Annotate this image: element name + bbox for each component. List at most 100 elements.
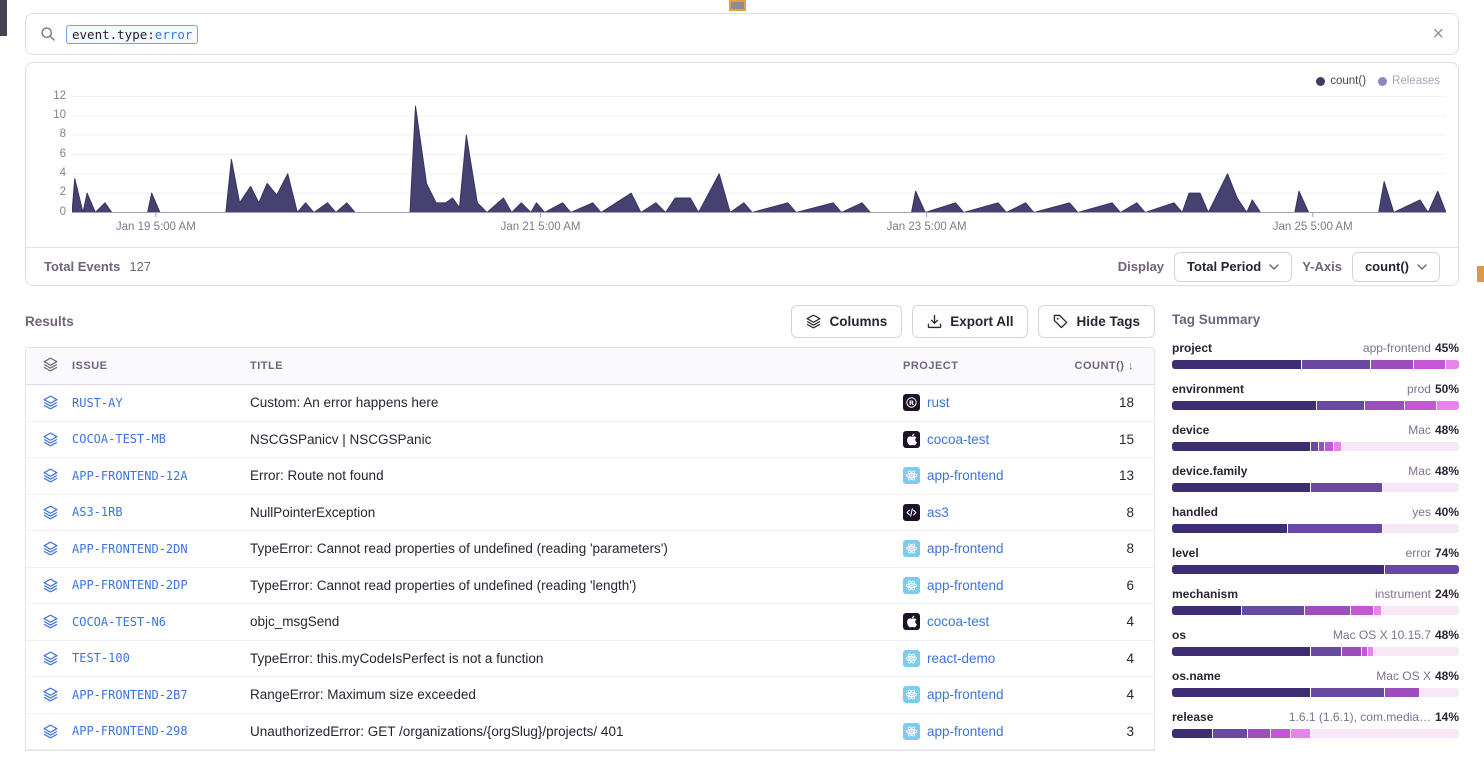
column-header-project[interactable]: PROJECT	[903, 360, 1069, 372]
issue-stack-icon[interactable]	[26, 687, 72, 702]
issue-link[interactable]: APP-FRONTEND-2DN	[72, 542, 188, 556]
tag-bar-segment[interactable]	[1310, 729, 1459, 738]
tag-bar-segment[interactable]	[1350, 606, 1373, 615]
columns-button[interactable]: Columns	[791, 305, 902, 338]
legend-count[interactable]: count()	[1316, 75, 1366, 87]
tag-bar-segment[interactable]	[1419, 688, 1459, 697]
issue-stack-icon[interactable]	[26, 541, 72, 556]
yaxis-dropdown[interactable]: count()	[1352, 252, 1440, 282]
column-header-count[interactable]: COUNT() ↓	[1069, 360, 1154, 372]
tag-bar-segment[interactable]	[1384, 688, 1418, 697]
legend-releases[interactable]: Releases	[1378, 75, 1440, 87]
tag-bar-segment[interactable]	[1382, 524, 1459, 533]
tag-distribution-bar[interactable]	[1172, 524, 1459, 533]
column-header-issue[interactable]: ISSUE	[72, 360, 250, 372]
project-link[interactable]: app-frontend	[927, 468, 1004, 483]
issue-link[interactable]: APP-FRONTEND-12A	[72, 469, 188, 483]
issue-link[interactable]: APP-FRONTEND-298	[72, 724, 188, 738]
clear-search-icon[interactable]: ×	[1432, 24, 1444, 44]
tag-bar-segment[interactable]	[1445, 360, 1459, 369]
issue-stack-icon[interactable]	[26, 578, 72, 593]
tag-distribution-bar[interactable]	[1172, 360, 1459, 369]
tag-distribution-bar[interactable]	[1172, 688, 1459, 697]
project-link[interactable]: app-frontend	[927, 578, 1004, 593]
tag-bar-segment[interactable]	[1212, 729, 1246, 738]
tag-bar-segment[interactable]	[1247, 729, 1270, 738]
project-link[interactable]: cocoa-test	[927, 432, 989, 447]
issue-link[interactable]: COCOA-TEST-MB	[72, 432, 166, 446]
project-link[interactable]: as3	[927, 505, 949, 520]
issue-link[interactable]: AS3-1RB	[72, 505, 123, 519]
search-bar[interactable]: event.type:error ×	[25, 13, 1459, 55]
issue-link[interactable]: RUST-AY	[72, 396, 123, 410]
issue-link[interactable]: APP-FRONTEND-2DP	[72, 578, 188, 592]
tag-distribution-bar[interactable]	[1172, 483, 1459, 492]
tag-bar-segment[interactable]	[1301, 360, 1370, 369]
tag-bar-segment[interactable]	[1172, 565, 1384, 574]
tag-bar-segment[interactable]	[1310, 647, 1342, 656]
issue-stack-icon[interactable]	[26, 724, 72, 739]
tag-distribution-bar[interactable]	[1172, 442, 1459, 451]
export-all-button[interactable]: Export All	[912, 305, 1028, 338]
display-dropdown[interactable]: Total Period	[1174, 252, 1292, 282]
tag-bar-segment[interactable]	[1364, 401, 1404, 410]
tag-bar-segment[interactable]	[1341, 442, 1459, 451]
tag-bar-segment[interactable]	[1241, 606, 1304, 615]
tag-bar-segment[interactable]	[1304, 606, 1350, 615]
issue-stack-icon[interactable]	[26, 651, 72, 666]
tag-bar-segment[interactable]	[1172, 360, 1301, 369]
tag-bar-segment[interactable]	[1172, 483, 1310, 492]
tag-distribution-bar[interactable]	[1172, 401, 1459, 410]
tag-bar-segment[interactable]	[1172, 647, 1310, 656]
tag-bar-segment[interactable]	[1172, 606, 1241, 615]
tag-distribution-bar[interactable]	[1172, 606, 1459, 615]
tag-bar-segment[interactable]	[1370, 360, 1413, 369]
tag-bar-segment[interactable]	[1310, 442, 1319, 451]
tag-bar-segment[interactable]	[1172, 401, 1316, 410]
issue-link[interactable]: APP-FRONTEND-2B7	[72, 688, 188, 702]
hide-tags-button[interactable]: Hide Tags	[1038, 305, 1155, 338]
tag-bar-segment[interactable]	[1382, 483, 1459, 492]
issue-stack-icon[interactable]	[26, 395, 72, 410]
tag-distribution-bar[interactable]	[1172, 647, 1459, 656]
issue-stack-icon[interactable]	[26, 505, 72, 520]
tag-bar-segment[interactable]	[1404, 401, 1436, 410]
tag-bar-segment[interactable]	[1384, 565, 1459, 574]
tag-distribution-bar[interactable]	[1172, 729, 1459, 738]
tag-bar-segment[interactable]	[1172, 442, 1310, 451]
issue-link[interactable]: TEST-100	[72, 651, 130, 665]
tag-bar-segment[interactable]	[1310, 688, 1385, 697]
tag-bar-segment[interactable]	[1270, 729, 1290, 738]
tag-bar-segment[interactable]	[1172, 688, 1310, 697]
issue-stack-icon[interactable]	[26, 432, 72, 447]
tag-bar-segment[interactable]	[1310, 483, 1382, 492]
tag-bar-segment[interactable]	[1333, 442, 1342, 451]
issue-stack-header-icon[interactable]	[26, 357, 72, 375]
project-link[interactable]: app-frontend	[927, 687, 1004, 702]
project-link[interactable]: app-frontend	[927, 541, 1004, 556]
tag-bar-segment[interactable]	[1287, 524, 1382, 533]
tag-bar-segment[interactable]	[1413, 360, 1445, 369]
tag-bar-segment[interactable]	[1341, 647, 1361, 656]
project-link[interactable]: react-demo	[927, 651, 995, 666]
tag-bar-segment[interactable]	[1316, 401, 1365, 410]
tag-summary-item: os.nameMac OS X48%	[1172, 669, 1459, 697]
project-link[interactable]: rust	[927, 395, 950, 410]
issue-stack-icon[interactable]	[26, 468, 72, 483]
tag-bar-segment[interactable]	[1381, 606, 1458, 615]
tag-bar-segment[interactable]	[1290, 729, 1310, 738]
tag-bar-segment[interactable]	[1172, 729, 1212, 738]
tag-bar-segment[interactable]	[1324, 442, 1333, 451]
chart-plot-area[interactable]	[72, 96, 1446, 218]
project-link[interactable]: app-frontend	[927, 724, 1004, 739]
project-link[interactable]: cocoa-test	[927, 614, 989, 629]
search-token[interactable]: event.type:error	[66, 25, 198, 44]
issue-link[interactable]: COCOA-TEST-N6	[72, 615, 166, 629]
column-header-title[interactable]: TITLE	[250, 360, 903, 372]
tag-bar-segment[interactable]	[1373, 606, 1382, 615]
tag-bar-segment[interactable]	[1172, 524, 1287, 533]
tag-bar-segment[interactable]	[1373, 647, 1459, 656]
tag-distribution-bar[interactable]	[1172, 565, 1459, 574]
issue-stack-icon[interactable]	[26, 614, 72, 629]
tag-bar-segment[interactable]	[1436, 401, 1459, 410]
